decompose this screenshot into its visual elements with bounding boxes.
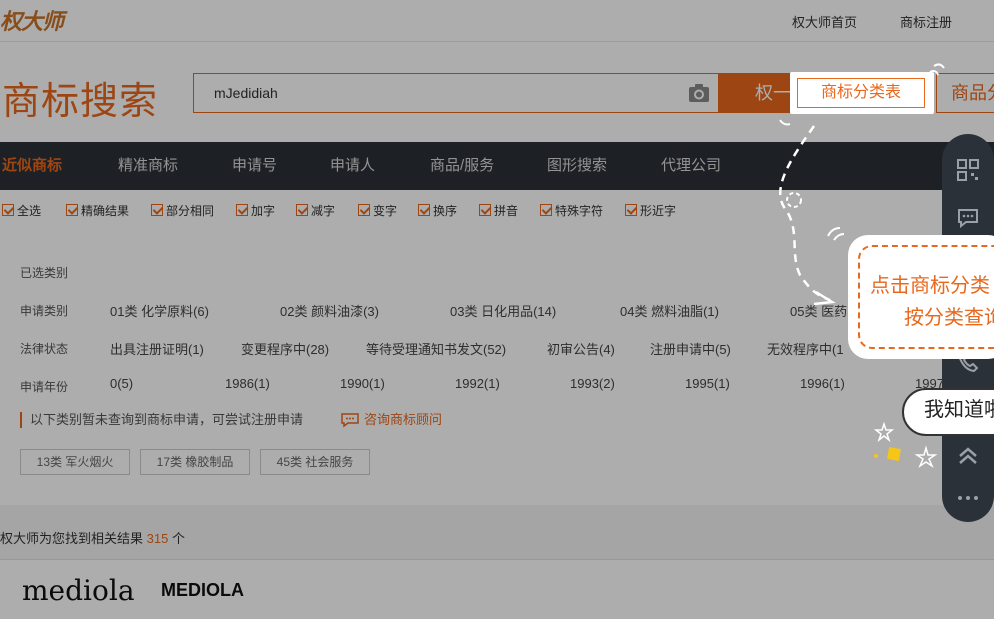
tip-line-1: 点击商标分类 [870,275,990,297]
classification-table-button[interactable]: 商标分类表 [797,78,925,108]
chat-icon[interactable] [956,206,980,230]
more-icon[interactable] [956,486,980,510]
back-to-top-icon[interactable] [956,444,980,468]
dismiss-guide-button[interactable]: 我知道啦 [902,388,994,436]
tip-line-2: 按分类查询 [904,307,994,329]
qr-code-icon[interactable] [956,158,980,182]
classification-table-highlight: 商标分类表 [790,72,934,114]
guide-tip-card: 点击商标分类 按分类查询 [848,235,994,359]
